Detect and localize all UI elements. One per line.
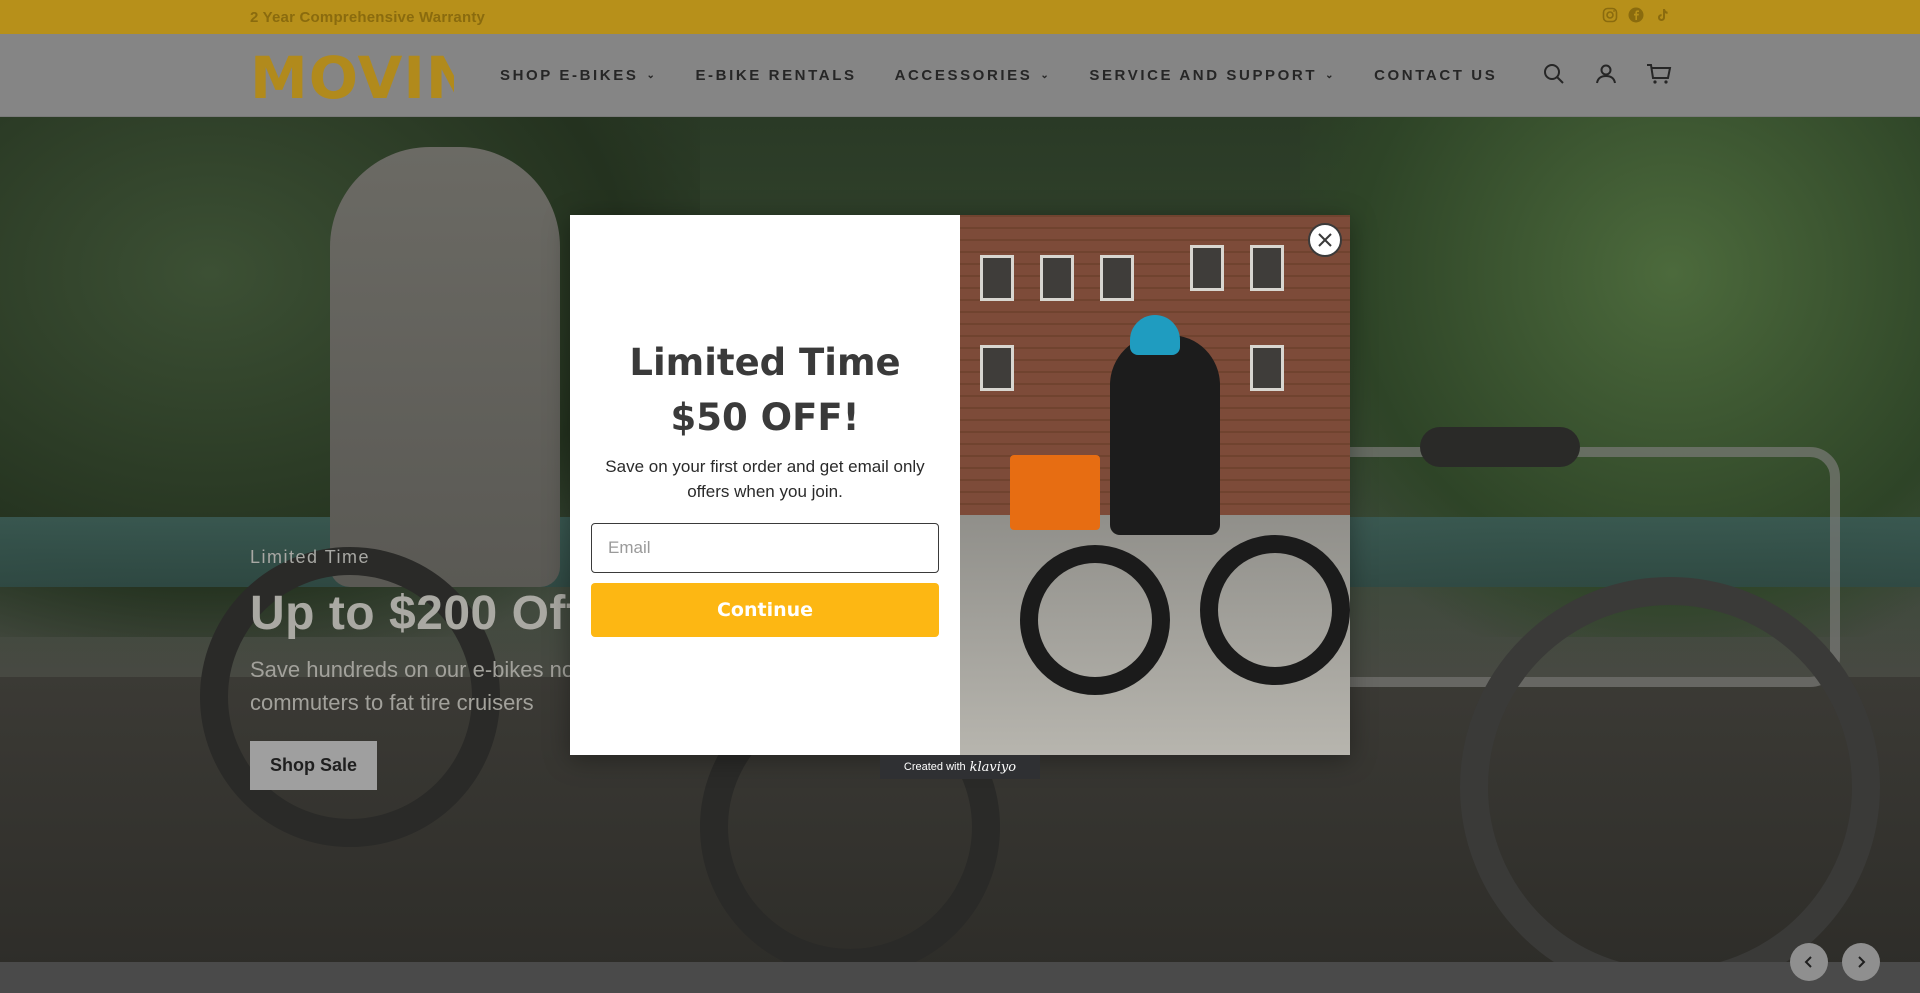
cart-icon[interactable] bbox=[1646, 62, 1672, 86]
chevron-down-icon: ⌄ bbox=[1040, 70, 1052, 81]
nav-label: SHOP E-BIKES bbox=[500, 67, 639, 84]
popup-image-wheel bbox=[1200, 535, 1350, 685]
popup-image-window bbox=[1100, 255, 1134, 301]
popup-title-line2: $50 OFF! bbox=[670, 396, 860, 439]
search-icon[interactable] bbox=[1542, 62, 1566, 86]
header-actions bbox=[1542, 62, 1672, 86]
hero-image-bike-seat bbox=[1420, 427, 1580, 467]
main-nav: SHOP E-BIKES ⌄ E-BIKE RENTALS ACCESSORIE… bbox=[500, 67, 1535, 84]
popup-image-window bbox=[1250, 245, 1284, 291]
announcement-bar: 2 Year Comprehensive Warranty bbox=[0, 0, 1920, 34]
popup-image-window bbox=[1250, 345, 1284, 391]
chevron-down-icon: ⌄ bbox=[646, 70, 658, 81]
popup-image-window bbox=[980, 345, 1014, 391]
page-bottom-strip bbox=[0, 962, 1920, 993]
site-logo[interactable]: MOVIN bbox=[250, 48, 454, 104]
facebook-icon[interactable] bbox=[1628, 7, 1644, 23]
klaviyo-prefix: Created with bbox=[903, 761, 966, 773]
tiktok-icon[interactable] bbox=[1654, 7, 1670, 23]
slider-controls bbox=[1790, 943, 1880, 981]
klaviyo-badge[interactable]: Created with klaviyo bbox=[880, 755, 1040, 779]
popup-image-delivery-bag bbox=[1010, 455, 1100, 530]
social-links bbox=[1602, 7, 1670, 23]
popup-image bbox=[960, 215, 1350, 755]
slider-next-button[interactable] bbox=[1842, 943, 1880, 981]
account-icon[interactable] bbox=[1594, 62, 1618, 86]
chevron-down-icon: ⌄ bbox=[1325, 70, 1337, 81]
nav-label: E-BIKE RENTALS bbox=[695, 67, 857, 84]
nav-ebike-rentals[interactable]: E-BIKE RENTALS bbox=[695, 67, 856, 84]
chevron-right-icon bbox=[1858, 956, 1866, 968]
signup-popup: Limited Time $50 OFF! Save on your first… bbox=[570, 215, 1350, 755]
popup-image-window bbox=[980, 255, 1014, 301]
movin-logo: MOVIN bbox=[250, 48, 454, 104]
popup-title-line1: Limited Time bbox=[629, 341, 901, 384]
klaviyo-brand: klaviyo bbox=[969, 759, 1017, 775]
email-field[interactable] bbox=[591, 523, 939, 573]
instagram-icon[interactable] bbox=[1602, 7, 1618, 23]
chevron-left-icon bbox=[1804, 956, 1812, 968]
popup-image-wheel bbox=[1020, 545, 1170, 695]
continue-button[interactable]: Continue bbox=[591, 583, 939, 637]
popup-description: Save on your first order and get email o… bbox=[605, 457, 925, 501]
logo-text: MOVIN bbox=[250, 48, 454, 104]
nav-label: CONTACT US bbox=[1374, 67, 1498, 84]
nav-accessories[interactable]: ACCESSORIES ⌄ bbox=[895, 67, 1052, 84]
popup-form-panel: Limited Time $50 OFF! Save on your first… bbox=[570, 215, 960, 755]
close-icon bbox=[1318, 233, 1332, 247]
nav-shop-ebikes[interactable]: SHOP E-BIKES ⌄ bbox=[500, 67, 657, 84]
site-header: MOVIN SHOP E-BIKES ⌄ E-BIKE RENTALS ACCE… bbox=[0, 34, 1920, 117]
nav-contact-us[interactable]: CONTACT US bbox=[1374, 67, 1497, 84]
shop-sale-button[interactable]: Shop Sale bbox=[250, 741, 378, 790]
popup-image-rider bbox=[1110, 335, 1220, 535]
popup-image-window bbox=[1040, 255, 1074, 301]
hero-image-person bbox=[330, 147, 560, 587]
nav-label: ACCESSORIES bbox=[894, 67, 1033, 84]
popup-title: Limited Time $50 OFF! bbox=[570, 335, 960, 445]
slider-prev-button[interactable] bbox=[1790, 943, 1828, 981]
popup-image-window bbox=[1190, 245, 1224, 291]
warranty-text: 2 Year Comprehensive Warranty bbox=[250, 9, 486, 26]
nav-label: SERVICE AND SUPPORT bbox=[1089, 67, 1318, 84]
nav-service-support[interactable]: SERVICE AND SUPPORT ⌄ bbox=[1089, 67, 1336, 84]
popup-close-button[interactable] bbox=[1308, 223, 1342, 257]
